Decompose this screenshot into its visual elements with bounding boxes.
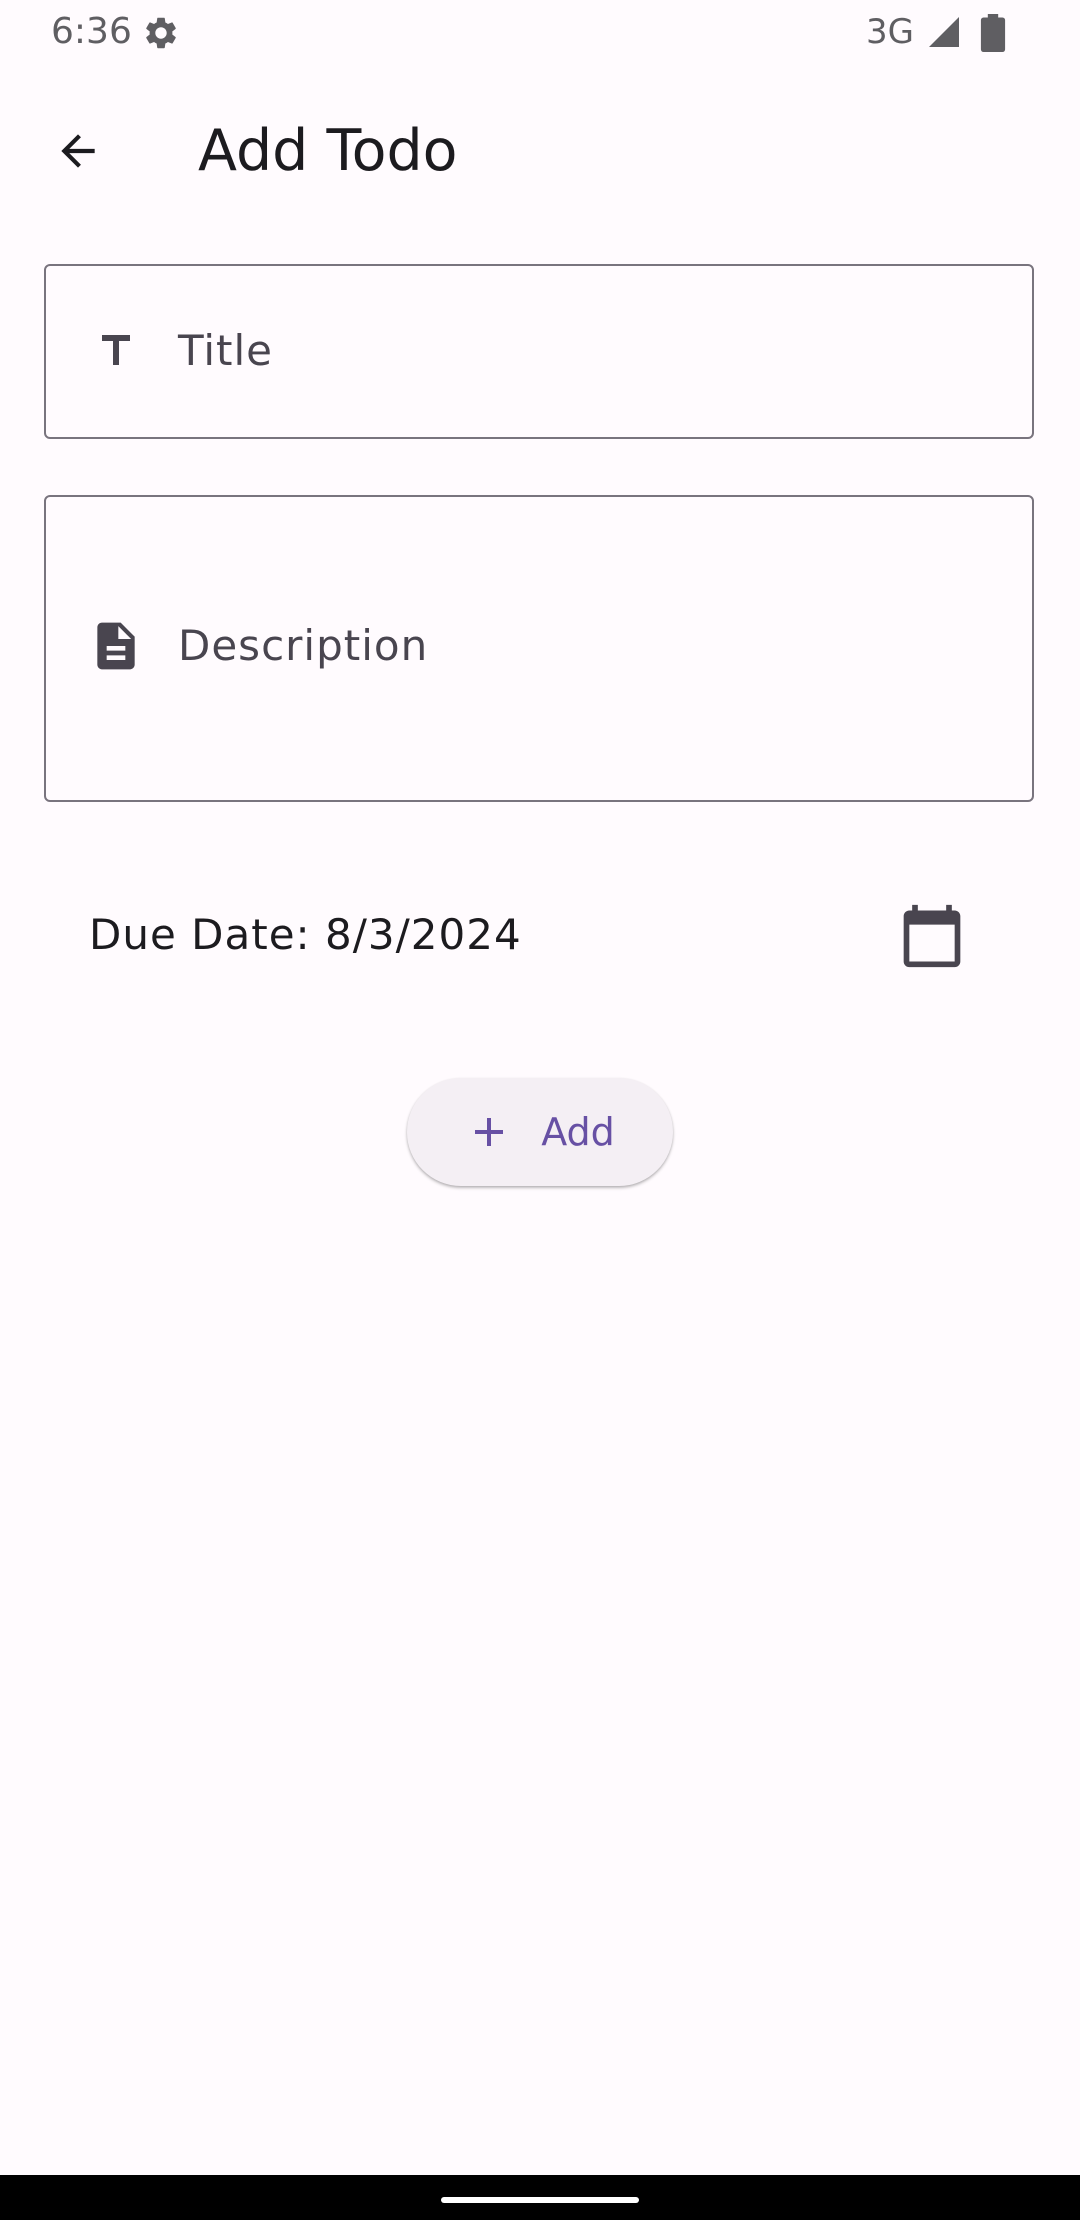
signal-icon [926, 14, 962, 50]
plus-icon [465, 1108, 513, 1156]
due-date-text: Due Date: 8/3/2024 [89, 910, 522, 959]
add-button-label: Add [541, 1110, 615, 1154]
battery-icon [980, 14, 1006, 53]
status-bar: 6:36 3G [0, 0, 1080, 66]
back-button[interactable] [33, 108, 123, 198]
calendar-button[interactable] [884, 890, 980, 986]
gear-icon [142, 14, 180, 52]
app-bar: Add Todo [0, 66, 1080, 218]
home-gesture-handle[interactable] [441, 2197, 639, 2203]
arrow-back-icon [53, 126, 103, 181]
add-button[interactable]: Add [407, 1078, 673, 1186]
document-icon [86, 616, 146, 676]
description-field-label: Description [178, 621, 429, 670]
title-field-label: Title [178, 326, 274, 375]
due-date-row: Due Date: 8/3/2024 [44, 870, 1034, 1000]
description-field[interactable]: Description [44, 495, 1034, 802]
status-time: 6:36 [51, 11, 132, 52]
title-field[interactable]: Title [44, 264, 1034, 439]
calendar-icon [898, 902, 966, 975]
text-title-icon [86, 321, 146, 381]
network-type: 3G [866, 12, 914, 52]
page-title: Add Todo [198, 118, 458, 184]
navigation-bar [0, 2175, 1080, 2220]
